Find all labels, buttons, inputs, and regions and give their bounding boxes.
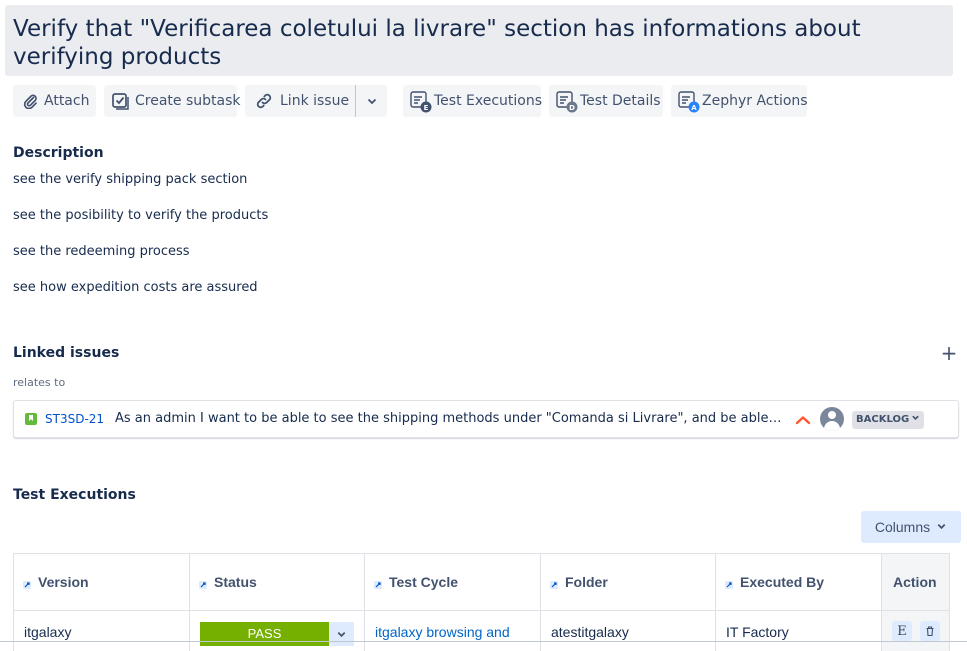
pin-icon[interactable] bbox=[198, 577, 208, 589]
attach-label: Attach bbox=[44, 93, 90, 109]
cell-status: PASS bbox=[190, 610, 365, 651]
description-heading: Description bbox=[13, 145, 104, 161]
attach-button[interactable]: Attach bbox=[13, 85, 96, 117]
test-executions-table: Version Status Test Cycle Folder Execute… bbox=[13, 553, 950, 651]
executions-badge-letter: E bbox=[424, 104, 429, 112]
status-label: BACKLOG bbox=[856, 414, 910, 425]
create-subtask-label: Create subtask bbox=[135, 93, 241, 109]
pin-icon[interactable] bbox=[373, 577, 383, 589]
column-header-label: Status bbox=[214, 574, 257, 590]
description-line: see the posibility to verify the product… bbox=[13, 208, 269, 223]
linked-issue-key[interactable]: ST3SD-21 bbox=[45, 412, 104, 426]
cell-action: E bbox=[882, 610, 949, 651]
execution-status-select[interactable]: PASS bbox=[200, 622, 354, 646]
pin-icon[interactable] bbox=[724, 577, 734, 589]
assignee-avatar[interactable] bbox=[820, 407, 844, 431]
execute-icon[interactable]: E bbox=[892, 621, 912, 641]
test-executions-label: Test Executions bbox=[434, 93, 543, 109]
scroll-edge-divider bbox=[0, 641, 967, 642]
trash-icon[interactable] bbox=[920, 621, 940, 641]
column-header-test-cycle[interactable]: Test Cycle bbox=[365, 554, 541, 610]
details-badge-letter: D bbox=[569, 104, 575, 112]
issue-title[interactable]: Verify that "Verificarea coletului la li… bbox=[13, 15, 943, 71]
chevron-down-icon bbox=[936, 519, 947, 535]
columns-button[interactable]: Columns bbox=[861, 511, 961, 543]
status-lozenge[interactable]: BACKLOG bbox=[852, 411, 925, 429]
cell-folder: atestitgalaxy bbox=[541, 610, 716, 651]
description-line: see the verify shipping pack section bbox=[13, 172, 248, 187]
link-relation-label: relates to bbox=[13, 376, 66, 389]
column-header-label: Action bbox=[893, 574, 937, 590]
zephyr-actions-icon: A bbox=[676, 89, 700, 113]
chevron-down-icon bbox=[911, 411, 920, 429]
column-header-folder[interactable]: Folder bbox=[541, 554, 716, 610]
pin-icon[interactable] bbox=[549, 577, 559, 589]
story-icon bbox=[25, 413, 37, 425]
zephyr-actions-button[interactable]: A Zephyr Actions bbox=[671, 85, 808, 117]
linked-issue-summary[interactable]: As an admin I want to be able to see the… bbox=[115, 411, 783, 426]
test-executions-button[interactable]: E Test Executions bbox=[403, 85, 543, 117]
linked-issue-card[interactable]: ST3SD-21 As an admin I want to be able t… bbox=[13, 400, 959, 438]
description-line: see the redeeming process bbox=[13, 244, 190, 259]
zephyr-badge-letter: A bbox=[691, 104, 697, 112]
cell-test-cycle-link[interactable]: itgalaxy browsing and bbox=[365, 610, 541, 651]
column-header-label: Executed By bbox=[740, 574, 825, 590]
cell-version: itgalaxy bbox=[14, 610, 190, 651]
column-header-label: Test Cycle bbox=[389, 574, 458, 590]
pin-icon[interactable] bbox=[22, 577, 32, 589]
test-details-button[interactable]: D Test Details bbox=[549, 85, 663, 117]
columns-label: Columns bbox=[874, 519, 931, 535]
link-issue-label: Link issue bbox=[280, 93, 350, 109]
column-header-executed-by[interactable]: Executed By bbox=[716, 554, 882, 610]
linked-issues-heading: Linked issues bbox=[13, 345, 120, 361]
link-issue-dropdown-button[interactable] bbox=[355, 85, 387, 117]
column-header-label: Folder bbox=[565, 574, 608, 590]
column-header-label: Version bbox=[38, 574, 89, 590]
cell-executed-by: IT Factory bbox=[716, 610, 882, 651]
chevron-down-icon[interactable] bbox=[329, 622, 354, 646]
add-link-icon[interactable]: + bbox=[940, 343, 958, 363]
paperclip-icon bbox=[22, 93, 38, 109]
subtask-icon bbox=[111, 92, 129, 110]
zephyr-actions-label: Zephyr Actions bbox=[702, 93, 808, 109]
create-subtask-button[interactable]: Create subtask bbox=[104, 85, 241, 117]
test-details-label: Test Details bbox=[580, 93, 661, 109]
zephyr-test-executions-icon: E bbox=[408, 89, 432, 113]
chevron-down-icon bbox=[366, 95, 378, 107]
column-header-status[interactable]: Status bbox=[190, 554, 365, 610]
zephyr-test-details-icon: D bbox=[554, 89, 578, 113]
link-icon bbox=[255, 92, 273, 110]
issue-title-container[interactable]: Verify that "Verificarea coletului la li… bbox=[5, 5, 953, 76]
link-issue-button[interactable]: Link issue bbox=[245, 85, 355, 117]
column-header-action: Action bbox=[882, 554, 949, 610]
status-pass-label[interactable]: PASS bbox=[200, 622, 329, 646]
test-executions-heading: Test Executions bbox=[13, 487, 136, 503]
description-line: see how expedition costs are assured bbox=[13, 280, 258, 295]
column-header-version[interactable]: Version bbox=[14, 554, 190, 610]
priority-high-icon bbox=[795, 412, 811, 426]
